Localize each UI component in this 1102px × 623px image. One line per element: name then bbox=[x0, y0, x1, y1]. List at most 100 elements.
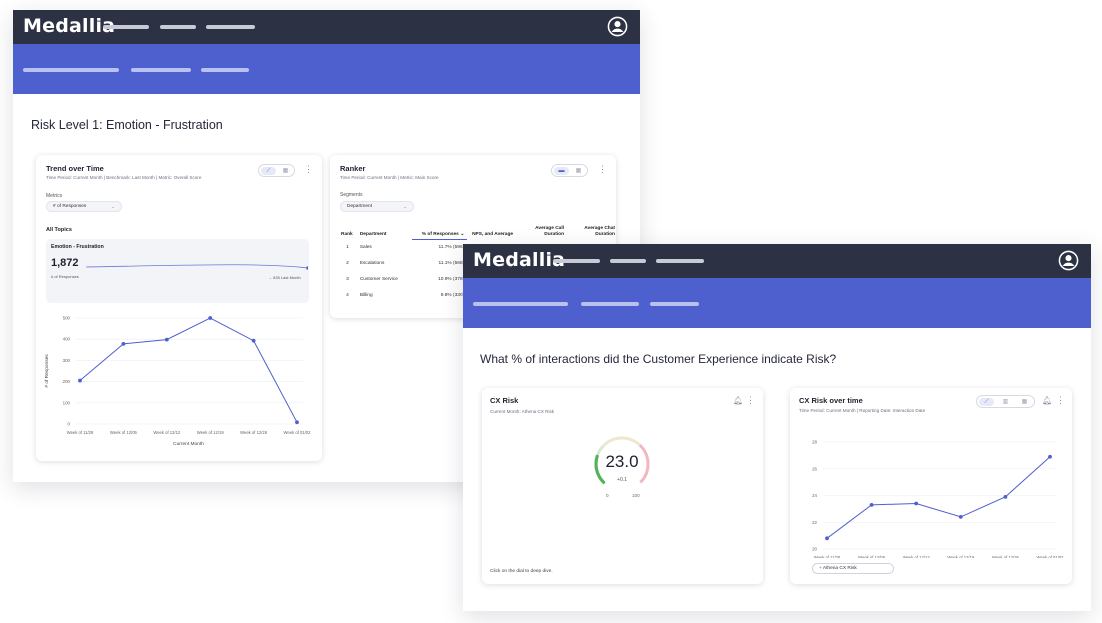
data-point bbox=[825, 536, 829, 541]
bell-icon[interactable]: 🔔︎ bbox=[733, 396, 743, 405]
x-tick-label: Week of 12/19 bbox=[197, 430, 225, 435]
nav-link-placeholder[interactable] bbox=[610, 259, 646, 263]
tab-placeholder[interactable] bbox=[581, 302, 639, 306]
pct-cell: 10.9% (378) bbox=[438, 276, 465, 282]
gauge-value: 23.0 bbox=[605, 452, 639, 471]
col-rank[interactable]: Rank bbox=[338, 225, 357, 239]
col-chat-duration[interactable]: Average Chat Duration bbox=[567, 225, 618, 239]
cx-risk-over-time-card: CX Risk over time Time Period: Current M… bbox=[790, 388, 1072, 584]
card-subtitle: Current Month: Athena CX Risk bbox=[490, 409, 555, 414]
user-avatar-icon[interactable] bbox=[607, 16, 628, 37]
x-tick-label: Week of 12/12 bbox=[153, 430, 181, 435]
legend-marker-icon: + bbox=[819, 566, 822, 571]
y-tick-label: 500 bbox=[63, 316, 71, 321]
user-avatar-icon[interactable] bbox=[1058, 250, 1079, 271]
col-call-duration[interactable]: Average Call Duration bbox=[516, 225, 567, 239]
y-tick-label: 300 bbox=[63, 358, 71, 363]
x-tick-label: Week of 12/12 bbox=[903, 555, 931, 558]
y-tick-label: 24 bbox=[812, 493, 817, 498]
segments-dropdown[interactable]: Department ⌄ bbox=[340, 201, 414, 212]
rank-cell: 3 bbox=[346, 276, 349, 282]
cx-risk-line-chart: 20 22 24 26 28 Week of 11/28 Week of 12/05 Week… bbox=[812, 440, 1065, 559]
delta-icon: → bbox=[268, 275, 272, 280]
col-pct-responses[interactable]: % of Responses ⌄ bbox=[412, 225, 468, 240]
department-link[interactable]: Sales bbox=[357, 239, 412, 255]
rank-cell: 2 bbox=[346, 260, 349, 266]
card-subtitle: Time Period: Current Month | Reporting D… bbox=[799, 408, 926, 413]
more-icon[interactable]: ⋮ bbox=[304, 165, 313, 174]
view-toggle: ▬ ▦ bbox=[551, 164, 588, 177]
nav-link-placeholder[interactable] bbox=[206, 25, 255, 29]
legend-chip[interactable]: + Athena CX Risk bbox=[812, 563, 894, 574]
col-department[interactable]: Department bbox=[357, 225, 412, 239]
x-tick-label: Week of 12/19 bbox=[947, 555, 975, 558]
more-icon[interactable]: ⋮ bbox=[598, 165, 607, 174]
list-view-icon[interactable]: ▬ bbox=[554, 167, 569, 175]
topic-delta: → 835 Last Month bbox=[268, 275, 301, 280]
col-nps[interactable]: NPS, and Average bbox=[467, 225, 516, 239]
y-tick-label: 100 bbox=[63, 400, 71, 405]
tab-placeholder[interactable] bbox=[473, 302, 568, 306]
medallia-logo[interactable]: Medallia bbox=[23, 15, 115, 37]
chevron-down-icon: ⌄ bbox=[403, 204, 407, 209]
department-link[interactable]: Billing bbox=[357, 287, 412, 303]
x-axis-label: Current Month bbox=[173, 441, 204, 447]
view-toggle: ⟋ ▦ bbox=[258, 164, 295, 177]
gauge-zone-mid bbox=[602, 436, 641, 448]
data-point bbox=[78, 378, 82, 383]
bell-icon[interactable]: 🔔︎ bbox=[1042, 396, 1052, 405]
data-point bbox=[1048, 454, 1052, 459]
y-tick-label: 26 bbox=[812, 466, 817, 471]
page-title: Risk Level 1: Emotion - Frustration bbox=[31, 118, 223, 132]
y-axis-label: # of Responses bbox=[44, 354, 50, 388]
metrics-label: Metrics bbox=[46, 193, 63, 199]
tab-placeholder[interactable] bbox=[201, 68, 249, 72]
medallia-logo[interactable]: Medallia bbox=[473, 249, 565, 271]
data-point bbox=[295, 420, 299, 425]
tab-placeholder[interactable] bbox=[131, 68, 191, 72]
more-icon[interactable]: ⋮ bbox=[746, 396, 755, 405]
card-subtitle: Time Period: Current Month | Benchmark: … bbox=[46, 175, 202, 180]
y-tick-label: 28 bbox=[812, 440, 817, 445]
topic-sparkline bbox=[86, 264, 308, 270]
pct-cell: 11.1% (568) bbox=[438, 260, 465, 266]
x-tick-label: Week of 01/02 bbox=[284, 430, 312, 435]
department-link[interactable]: Customer Service bbox=[357, 271, 412, 287]
more-icon[interactable]: ⋮ bbox=[1056, 396, 1065, 405]
data-point bbox=[958, 515, 963, 519]
card-title: Trend over Time bbox=[46, 164, 104, 173]
bar-chart-icon[interactable]: ▥ bbox=[998, 398, 1013, 406]
sub-navbar bbox=[13, 44, 640, 94]
data-point bbox=[208, 316, 213, 320]
line-chart-icon[interactable]: ⟋ bbox=[979, 398, 994, 406]
chevron-down-icon: ⌄ bbox=[111, 204, 115, 209]
y-tick-label: 400 bbox=[63, 337, 71, 342]
cx-risk-card[interactable]: CX Risk Current Month: Athena CX Risk 🔔︎… bbox=[482, 388, 763, 584]
data-point bbox=[164, 337, 169, 342]
table-icon[interactable]: ▦ bbox=[571, 167, 586, 175]
topic-summary-tile[interactable]: Emotion - Frustration 1,872 # of Respons… bbox=[46, 239, 309, 303]
nav-link-placeholder[interactable] bbox=[656, 259, 704, 263]
x-tick-label: Week of 01/02 bbox=[1037, 555, 1065, 558]
nav-link-placeholder[interactable] bbox=[160, 25, 196, 29]
table-icon[interactable]: ▦ bbox=[278, 167, 293, 175]
all-topics-heading: All Topics bbox=[46, 227, 72, 233]
pct-cell: 9.8% (330) bbox=[440, 292, 465, 298]
card-subtitle: Time Period: Current Month | Metric: Mai… bbox=[340, 175, 439, 180]
top-navbar: Medallia bbox=[13, 10, 640, 44]
table-header-row: Rank Department % of Responses ⌄ NPS, an… bbox=[338, 225, 618, 240]
tab-placeholder[interactable] bbox=[650, 302, 699, 306]
nav-link-placeholder[interactable] bbox=[553, 259, 600, 263]
rank-cell: 4 bbox=[346, 292, 349, 298]
data-point bbox=[1003, 494, 1008, 499]
nav-link-placeholder[interactable] bbox=[103, 25, 149, 29]
line-chart-icon[interactable]: ⟋ bbox=[261, 167, 276, 175]
department-link[interactable]: Escalations bbox=[357, 255, 412, 271]
table-icon[interactable]: ▦ bbox=[1017, 398, 1032, 406]
x-tick-label: Week of 12/05 bbox=[858, 555, 886, 558]
metrics-dropdown[interactable]: # of Responses ⌄ bbox=[46, 201, 122, 212]
y-tick-label: 20 bbox=[812, 547, 817, 552]
tab-placeholder[interactable] bbox=[23, 68, 119, 72]
data-point bbox=[251, 338, 256, 343]
page-question: What % of interactions did the Customer … bbox=[480, 352, 837, 366]
